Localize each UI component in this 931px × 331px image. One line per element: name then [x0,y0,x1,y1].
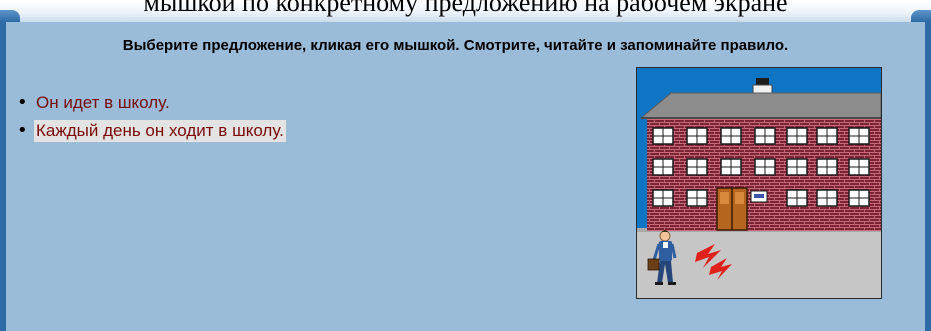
school-illustration [636,67,882,299]
bullet-icon: • [17,91,28,113]
instruction-text: Выберите предложение, кликая его мышкой.… [122,37,789,54]
school-sign-mark [754,194,764,198]
ground [637,228,881,298]
sentence-item-1[interactable]: • Он идет в школу. [17,90,286,115]
door-panel [720,192,729,204]
sentence-text[interactable]: Он идет в школу. [34,92,172,114]
exercise-window: мышкой по конкретному предложению на раб… [0,0,931,331]
bullet-icon: • [17,119,28,141]
school-scene-image [637,68,881,298]
top-heading: мышкой по конкретному предложению на раб… [143,0,788,17]
sentence-item-2[interactable]: • Каждый день он ходит в школу. [17,118,286,143]
sentence-text[interactable]: Каждый день он ходит в школу. [34,119,286,142]
sentence-list: • Он идет в школу. • Каждый день он ходи… [17,90,286,146]
roof [639,92,881,119]
door-panel [735,192,744,204]
